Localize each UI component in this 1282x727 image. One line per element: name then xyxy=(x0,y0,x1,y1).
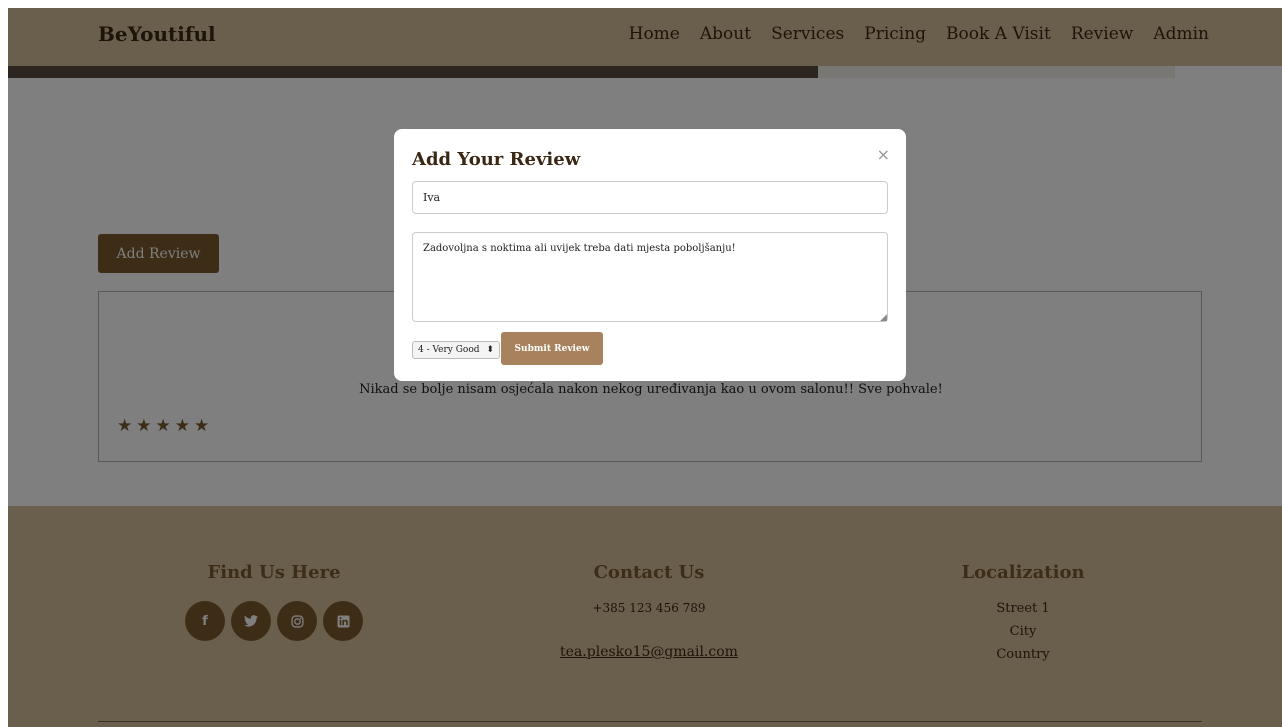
name-input[interactable] xyxy=(412,181,888,214)
modal-title: Add Your Review xyxy=(412,149,581,170)
rating-selected-value: 4 - Very Good xyxy=(418,345,480,355)
select-arrows-icon: ⬍ xyxy=(486,345,494,355)
resize-handle-icon[interactable]: ◢ xyxy=(880,313,887,323)
rating-select[interactable]: 4 - Very Good ⬍ xyxy=(412,341,500,359)
submit-review-button[interactable]: Submit Review xyxy=(501,332,603,365)
page: BeYoutiful Home About Services Pricing B… xyxy=(8,8,1282,727)
close-icon[interactable]: × xyxy=(877,145,890,164)
add-review-modal: Add Your Review × Zadovoljna s noktima a… xyxy=(394,129,906,381)
review-comment-input[interactable]: Zadovoljna s noktima ali uvijek treba da… xyxy=(412,232,888,322)
